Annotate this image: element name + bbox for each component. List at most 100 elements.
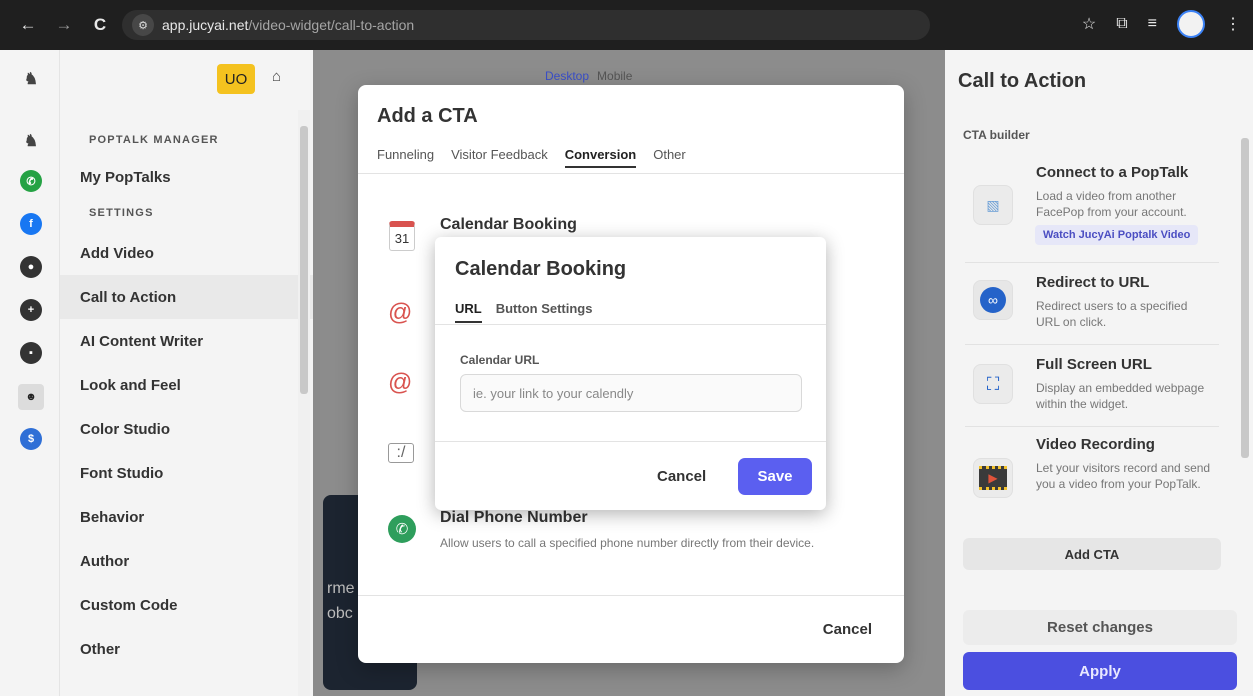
browser-menu-icon[interactable]: ⋮ [1225,14,1241,34]
sidebar-scroll-thumb[interactable] [300,126,308,394]
mascot-icon[interactable]: ☻ [18,384,44,410]
whatsapp-icon[interactable]: ✆ [20,170,42,192]
panel-subtitle: CTA builder [963,128,1030,142]
sidebar-item-call-to-action[interactable]: Call to Action [60,275,313,319]
section-settings: SETTINGS [89,207,154,219]
cta-option-dial-phone-number[interactable]: Dial Phone Number [440,509,588,527]
panel-scroll-thumb[interactable] [1241,138,1249,458]
section-poptalk-manager: POPTALK MANAGER [89,134,219,146]
add-cta-button[interactable]: Add CTA [963,538,1221,570]
cta-card-title: Video Recording [1036,436,1155,453]
sidebar-item-custom-code[interactable]: Custom Code [60,583,313,627]
tab-funneling[interactable]: Funneling [377,147,434,168]
user-circle-icon[interactable]: ● [20,256,42,278]
sidebar-item-look-and-feel[interactable]: Look and Feel [60,363,313,407]
broken-image-icon: ▧ [973,185,1013,225]
cta-tabs: Funneling Visitor Feedback Conversion Ot… [377,147,686,168]
back-icon[interactable]: ← [14,15,42,35]
cta-cancel-button[interactable]: Cancel [823,621,872,638]
video-record-icon: ▶ [973,458,1013,498]
user-initials-badge[interactable]: UO [217,64,255,94]
calendar-booking-dialog: Calendar Booking URL Button Settings Cal… [435,237,826,510]
url-text[interactable]: app.jucyai.net/video-widget/call-to-acti… [162,17,414,33]
url-icon: :/ [388,443,414,463]
sidebar-item-author[interactable]: Author [60,539,313,583]
panel-scrollbar[interactable] [1239,120,1251,598]
sidebar-header: UO ⌂ [60,50,313,100]
cta-card-description: Load a video from another FacePop from y… [1036,189,1187,219]
tab-conversion[interactable]: Conversion [564,147,637,168]
extensions-icon[interactable]: ⧉ [1116,15,1127,33]
sidebar-item-behavior[interactable]: Behavior [60,495,313,539]
poptalk-manager-icon[interactable]: ♞ [20,130,42,152]
browser-toolbar: ← → C ⚙ app.jucyai.net/video-widget/call… [0,0,1253,50]
sidebar: UO ⌂ POPTALK MANAGER My PopTalks SETTING… [60,50,313,696]
logo-icon[interactable]: ♞ [20,68,42,90]
preview-caption-1: rme [327,580,355,597]
divider [435,324,826,325]
divider [358,595,904,596]
cta-builder-panel: Call to Action CTA builder ▧ Connect to … [945,50,1253,696]
mobile-toggle[interactable]: Mobile [597,69,632,83]
link-icon: ∞ [973,280,1013,320]
box-circle-icon[interactable]: ▪ [20,342,42,364]
calendar-icon: 31 [389,221,415,251]
tab-button-settings[interactable]: Button Settings [496,301,593,323]
calendar-save-button[interactable]: Save [738,458,812,495]
watch-video-link[interactable]: Watch JucyAi Poptalk Video [1035,225,1199,245]
divider [965,344,1219,345]
sidebar-item-font-studio[interactable]: Font Studio [60,451,313,495]
dial-phone-description: Allow users to call a specified phone nu… [440,536,815,550]
sidebar-item-add-video[interactable]: Add Video [60,231,313,275]
at-icon: @ [388,299,413,326]
fullscreen-icon: ⛶ [973,364,1013,404]
cta-card-description: Let your visitors record and send you a … [1036,461,1211,491]
url-path: /video-widget/call-to-action [248,17,415,33]
profile-avatar[interactable] [1177,10,1205,38]
playlist-icon[interactable]: ≡ [1148,15,1157,33]
panel-title: Call to Action [958,70,1087,92]
tab-other[interactable]: Other [653,147,686,168]
apply-button[interactable]: Apply [963,652,1237,690]
sidebar-scrollbar[interactable] [298,110,310,696]
cta-card-title: Redirect to URL [1036,274,1150,291]
reset-changes-button[interactable]: Reset changes [963,610,1237,645]
cta-card-title: Full Screen URL [1036,356,1152,373]
bookmark-star-icon[interactable]: ☆ [1082,14,1096,34]
calendar-booking-title: Calendar Booking [455,258,627,280]
sidebar-item-my-poptalks[interactable]: My PopTalks [60,155,313,199]
cta-card-description: Redirect users to a specified URL on cli… [1036,299,1188,329]
sidebar-item-color-studio[interactable]: Color Studio [60,407,313,451]
home-icon[interactable]: ⌂ [272,68,281,85]
address-bar[interactable]: ⚙ app.jucyai.net/video-widget/call-to-ac… [122,10,930,40]
calendar-url-label: Calendar URL [460,353,540,367]
tab-url[interactable]: URL [455,301,482,323]
cta-option-calendar-booking[interactable]: Calendar Booking [440,216,577,234]
sidebar-item-ai-content-writer[interactable]: AI Content Writer [60,319,313,363]
browser-actions: ☆ ⧉ ≡ ⋮ [1082,10,1241,38]
calendar-url-input[interactable] [460,374,802,412]
cta-card-title: Connect to a PopTalk [1036,164,1189,181]
preview-caption-2: obc [327,605,353,622]
divider [965,262,1219,263]
facebook-icon[interactable]: f [20,213,42,235]
reload-icon[interactable]: C [86,15,114,35]
forward-icon[interactable]: → [50,15,78,35]
site-info-icon[interactable]: ⚙ [132,14,154,36]
phone-icon: ✆ [388,515,416,543]
at-icon: @ [388,369,413,396]
url-host: app.jucyai.net [162,17,249,33]
calendar-booking-tabs: URL Button Settings [455,301,592,323]
divider [965,426,1219,427]
desktop-toggle[interactable]: Desktop [545,69,589,83]
device-toggle: Desktop Mobile [545,69,632,83]
calendar-cancel-button[interactable]: Cancel [657,468,706,485]
divider [435,441,826,442]
sidebar-item-other[interactable]: Other [60,627,313,671]
plus-circle-icon[interactable]: + [20,299,42,321]
tab-visitor-feedback[interactable]: Visitor Feedback [451,147,548,168]
app-rail: ♞ ♞ ✆ f ● + ▪ ☻ $ [0,50,60,696]
add-cta-title: Add a CTA [377,105,478,127]
dollar-circle-icon[interactable]: $ [20,428,42,450]
divider [358,173,904,174]
